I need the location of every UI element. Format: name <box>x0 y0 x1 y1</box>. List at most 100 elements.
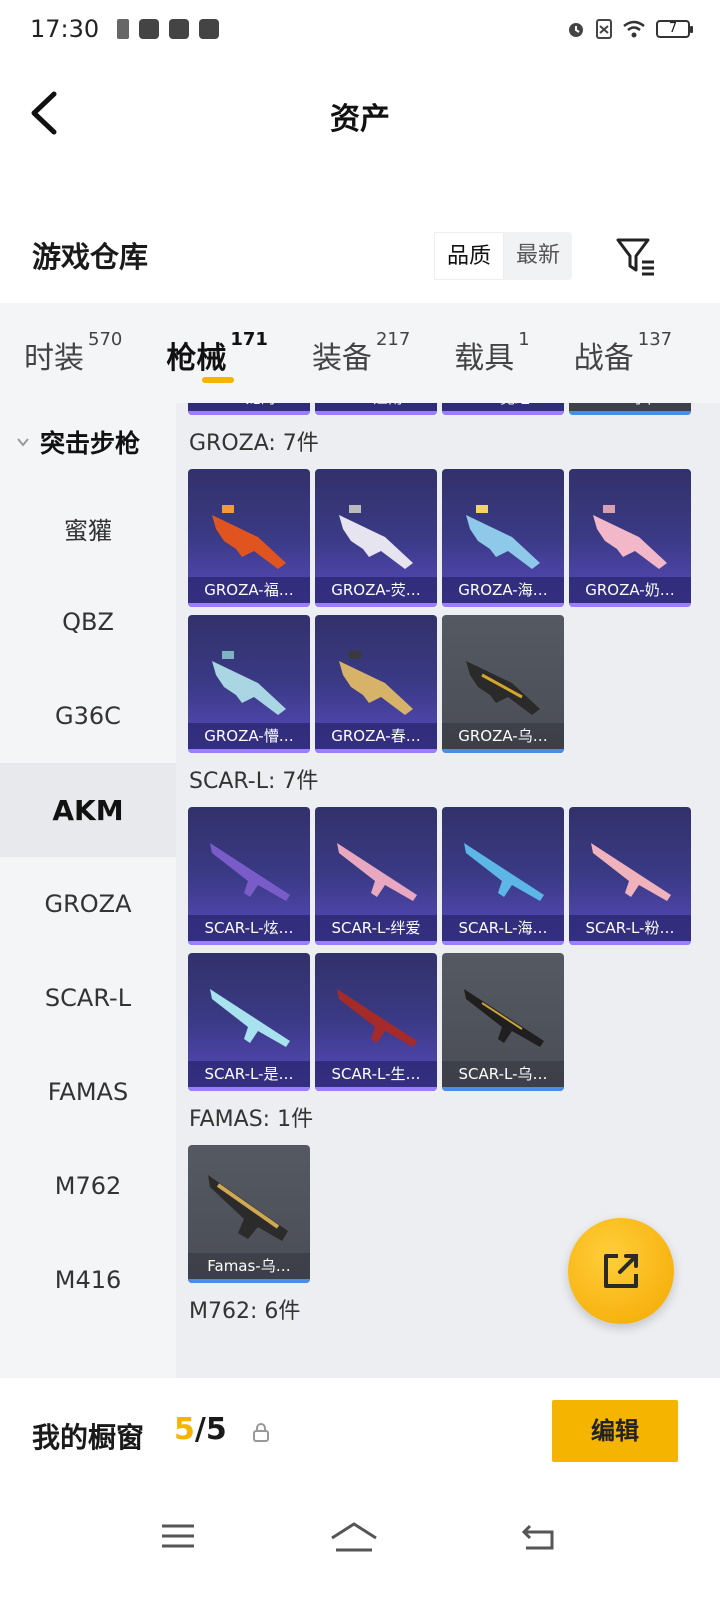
skin-card[interactable]: SCAR-L-海… <box>442 807 564 945</box>
skin-label: GROZA-奶… <box>569 577 691 603</box>
sidebar-group-assault-rifles[interactable]: 突击步枪 <box>0 403 176 481</box>
sidebar-item-m762[interactable]: M762 <box>0 1139 176 1233</box>
share-button[interactable] <box>568 1218 674 1324</box>
sidebar-item-honey-badger[interactable]: 蜜獾 <box>0 481 176 575</box>
rarity-bar <box>442 749 564 753</box>
sort-newest-button[interactable]: 最新 <box>504 232 572 280</box>
skin-card[interactable]: GROZA-奶… <box>569 469 691 607</box>
showcase-bar: 我的橱窗 5/5 编辑 <box>0 1378 720 1486</box>
filter-button[interactable] <box>612 232 660 280</box>
skin-card[interactable]: AKM-龙的… <box>188 403 310 415</box>
skin-card[interactable]: GROZA-春… <box>315 615 437 753</box>
rarity-bar <box>315 411 437 415</box>
alarm-icon <box>569 23 583 37</box>
skin-card[interactable]: GROZA-荧… <box>315 469 437 607</box>
gun-skin-icon <box>208 1175 288 1241</box>
gun-skin-icon <box>337 843 417 901</box>
sidebar-item-famas[interactable]: FAMAS <box>0 1045 176 1139</box>
skin-card[interactable]: SCAR-L-炫… <box>188 807 310 945</box>
page-title: 资产 <box>330 102 390 137</box>
showcase-current: 5 <box>174 1412 195 1447</box>
back-nav-button[interactable] <box>518 1516 570 1556</box>
rarity-bar <box>569 411 691 415</box>
section-title-scar-l: SCAR-L: 7件 <box>189 769 319 794</box>
status-time: 17:30 <box>30 15 100 43</box>
skin-label: Famas-乌… <box>188 1253 310 1279</box>
skin-card[interactable]: SCAR-L-绊爱 <box>315 807 437 945</box>
notification-icons <box>117 19 220 39</box>
tab-label: 载具 <box>454 341 515 376</box>
skin-card[interactable]: Famas-乌… <box>188 1145 310 1283</box>
skin-card[interactable]: SCAR-L-生… <box>315 953 437 1091</box>
sidebar-item-scar-l[interactable]: SCAR-L <box>0 951 176 1045</box>
home-icon <box>331 1522 377 1552</box>
edit-button[interactable]: 编辑 <box>552 1400 678 1462</box>
battery-icon: 7 <box>656 20 693 38</box>
section-title-groza: GROZA: 7件 <box>189 431 319 456</box>
sidebar-item-groza[interactable]: GROZA <box>0 857 176 951</box>
weapon-sidebar: 突击步枪 蜜獾 QBZ G36C AKM GROZA SCAR-L FAMAS … <box>0 403 176 1403</box>
rarity-bar <box>569 603 691 607</box>
status-bar: 17:30 7 <box>0 0 720 58</box>
gun-skin-icon <box>593 505 667 569</box>
skin-label: SCAR-L-是… <box>188 1061 310 1087</box>
rarity-bar <box>442 1087 564 1091</box>
tab-equipment[interactable]: 装备217 <box>312 303 410 403</box>
sort-quality-button[interactable]: 品质 <box>434 232 505 280</box>
rarity-bar <box>315 603 437 607</box>
skin-label: SCAR-L-生… <box>315 1061 437 1087</box>
gun-skin-icon <box>466 505 540 569</box>
sidebar-item-qbz[interactable]: QBZ <box>0 575 176 669</box>
sidebar-group-label: 突击步枪 <box>40 429 141 458</box>
skin-label: AKM-霓虹… <box>442 403 564 411</box>
rarity-bar <box>442 411 564 415</box>
rarity-bar <box>188 1087 310 1091</box>
system-icons: 7 <box>566 19 693 39</box>
skin-label: GROZA-海… <box>442 577 564 603</box>
tab-vehicles[interactable]: 载具1 <box>454 303 529 403</box>
home-button[interactable] <box>328 1516 380 1556</box>
menu-button[interactable] <box>158 1516 210 1556</box>
system-nav-bar <box>0 1486 720 1600</box>
share-icon <box>604 1254 638 1288</box>
tab-guns[interactable]: 枪械171 <box>166 303 268 403</box>
tab-fashion[interactable]: 时装570 <box>24 303 122 403</box>
skin-label: GROZA-福… <box>188 577 310 603</box>
menu-icon <box>162 1524 194 1548</box>
video-icon <box>199 19 220 39</box>
skin-card[interactable]: AKM-乌木… <box>569 403 691 415</box>
tab-count: 171 <box>230 329 268 350</box>
skin-card[interactable]: GROZA-福… <box>188 469 310 607</box>
rarity-bar <box>569 941 691 945</box>
gun-skin-icon <box>464 843 544 901</box>
warehouse-title: 游戏仓库 <box>32 240 149 274</box>
skin-card[interactable]: AKM-江南… <box>315 403 437 415</box>
tab-active-indicator <box>202 377 235 383</box>
skin-label: AKM-江南… <box>315 403 437 411</box>
message-icon <box>139 19 160 39</box>
gun-skin-icon <box>591 843 671 901</box>
tab-label: 枪械 <box>166 341 227 376</box>
skin-card[interactable]: SCAR-L-粉… <box>569 807 691 945</box>
skin-card[interactable]: GROZA-乌… <box>442 615 564 753</box>
skin-label: GROZA-春… <box>315 723 437 749</box>
sidebar-item-m416[interactable]: M416 <box>0 1233 176 1327</box>
category-tabs: 时装570 枪械171 装备217 载具1 战备137 <box>0 303 720 403</box>
chevron-down-icon <box>17 438 29 447</box>
rarity-bar <box>188 1279 310 1283</box>
skin-card[interactable]: SCAR-L-乌… <box>442 953 564 1091</box>
tab-supplies[interactable]: 战备137 <box>574 303 672 403</box>
rarity-bar <box>442 603 564 607</box>
sort-toggle: 品质 最新 <box>434 232 573 280</box>
tab-label: 时装 <box>24 341 84 376</box>
skin-card[interactable]: GROZA-海… <box>442 469 564 607</box>
skin-card[interactable]: SCAR-L-是… <box>188 953 310 1091</box>
tab-count: 570 <box>88 329 123 350</box>
skin-card[interactable]: AKM-霓虹… <box>442 403 564 415</box>
sidebar-item-akm[interactable]: AKM <box>0 763 176 857</box>
sidebar-item-g36c[interactable]: G36C <box>0 669 176 763</box>
warehouse-bar: 游戏仓库 品质 最新 <box>0 220 720 300</box>
showcase-count: 5/5 <box>174 1412 227 1447</box>
showcase-separator: / <box>194 1412 206 1447</box>
skin-card[interactable]: GROZA-懵… <box>188 615 310 753</box>
